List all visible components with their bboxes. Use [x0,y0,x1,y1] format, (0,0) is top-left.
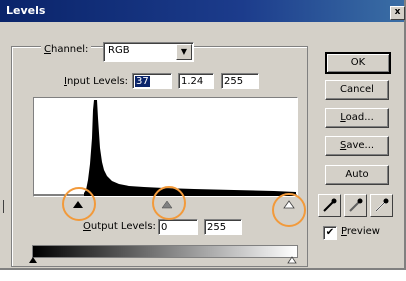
annotation-circle-white-point [272,193,306,227]
gray-eyedropper-icon[interactable] [344,194,367,217]
close-icon[interactable]: x [390,6,405,20]
output-slider-track[interactable] [28,256,300,264]
cancel-button[interactable]: Cancel [325,80,389,100]
preview-label[interactable]: Preview [341,226,380,237]
black-eyedropper-icon[interactable] [318,194,341,217]
channel-value: RGB [108,45,130,56]
load-button[interactable]: Load... [325,108,389,128]
auto-button[interactable]: Auto [325,165,389,185]
input-white-field[interactable]: 255 [221,73,259,89]
levels-dialog: Levels x Channel: RGB ▼ Input Levels: 37… [0,0,406,270]
text-cursor [3,200,4,213]
input-black-field[interactable]: 37 [132,73,172,89]
annotation-circle-black-point [62,187,96,221]
output-black-field[interactable]: 0 [158,219,198,235]
input-levels-label: Input Levels: [64,76,129,87]
white-eyedropper-icon[interactable] [370,194,393,217]
channel-label: Channel: [41,44,92,55]
ok-button[interactable]: OK [325,52,391,74]
output-black-slider[interactable] [29,257,37,263]
histogram [33,97,298,197]
histogram-graph [34,100,297,196]
channel-dropdown[interactable]: RGB ▼ [103,42,194,62]
title-bar[interactable]: Levels x [0,0,405,22]
preview-checkbox[interactable]: ✔ [323,226,337,240]
annotation-circle-gamma [152,186,186,220]
dropdown-arrow-icon[interactable]: ▼ [176,44,192,60]
output-levels-label: Output Levels: [83,221,156,232]
input-gamma-field[interactable]: 1.24 [178,73,214,89]
save-button[interactable]: Save... [325,136,389,156]
output-white-field[interactable]: 255 [204,219,242,235]
output-white-slider[interactable] [287,256,297,264]
window-title: Levels [6,4,46,17]
